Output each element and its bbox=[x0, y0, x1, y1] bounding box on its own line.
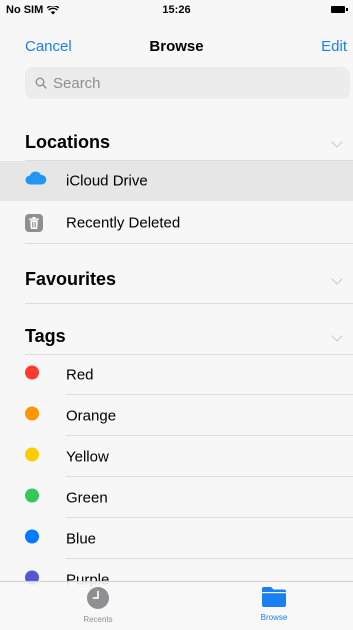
clock-icon bbox=[87, 587, 109, 609]
chevron-down-icon bbox=[331, 136, 343, 148]
tag-dot-icon bbox=[25, 447, 39, 462]
list-item-icloud-drive[interactable]: iCloud Drive bbox=[0, 161, 353, 201]
favourites-section-header[interactable]: Favourites bbox=[25, 265, 345, 293]
trash-icon bbox=[25, 214, 43, 232]
row-divider bbox=[66, 517, 353, 518]
locations-section-header[interactable]: Locations bbox=[25, 128, 345, 156]
favourites-title: Favourites bbox=[25, 268, 117, 289]
tag-item-yellow[interactable]: Yellow bbox=[0, 437, 353, 477]
tag-dot-icon bbox=[25, 406, 39, 421]
folder-icon bbox=[262, 587, 286, 607]
tag-item-orange[interactable]: Orange bbox=[0, 396, 353, 436]
nav-bar: Cancel Browse Edit bbox=[0, 24, 353, 68]
tags-section-header[interactable]: Tags bbox=[25, 322, 345, 350]
edit-button[interactable]: Edit bbox=[321, 38, 347, 55]
page-title: Browse bbox=[149, 38, 204, 55]
section-divider bbox=[25, 303, 353, 304]
tag-label: Yellow bbox=[66, 448, 109, 466]
tag-label: Green bbox=[66, 489, 108, 507]
search-input[interactable]: Search bbox=[25, 67, 350, 99]
tag-item-blue[interactable]: Blue bbox=[0, 519, 353, 559]
tab-recents[interactable]: Recents bbox=[53, 586, 143, 624]
row-divider bbox=[66, 435, 353, 436]
search-placeholder: Search bbox=[53, 74, 101, 92]
tab-browse[interactable]: Browse bbox=[229, 586, 319, 622]
tag-item-red[interactable]: Red bbox=[0, 355, 353, 395]
row-divider bbox=[66, 558, 353, 559]
row-divider bbox=[66, 394, 353, 395]
tags-title: Tags bbox=[25, 325, 66, 346]
section-divider bbox=[25, 243, 353, 244]
battery-icon bbox=[331, 6, 348, 13]
status-time: 15:26 bbox=[162, 4, 191, 16]
status-bar: No SIM 15:26 bbox=[0, 0, 353, 20]
list-item-label: iCloud Drive bbox=[66, 172, 148, 190]
tag-dot-icon bbox=[25, 488, 39, 503]
chevron-down-icon bbox=[331, 273, 343, 285]
tag-label: Orange bbox=[66, 407, 117, 425]
tag-label: Blue bbox=[66, 530, 97, 548]
tag-label: Red bbox=[66, 366, 94, 384]
locations-title: Locations bbox=[25, 131, 111, 152]
list-item-recently-deleted[interactable]: Recently Deleted bbox=[0, 203, 353, 243]
chevron-down-icon bbox=[331, 330, 343, 342]
tab-label: Browse bbox=[260, 613, 288, 622]
tag-dot-icon bbox=[25, 529, 39, 544]
search-icon bbox=[35, 77, 47, 89]
tab-bar: Recents Browse bbox=[0, 581, 353, 630]
cloud-icon bbox=[25, 171, 47, 191]
tab-label: Recents bbox=[83, 615, 113, 624]
row-divider bbox=[66, 476, 353, 477]
tag-dot-icon bbox=[25, 365, 39, 380]
tag-item-green[interactable]: Green bbox=[0, 478, 353, 518]
list-item-label: Recently Deleted bbox=[66, 214, 181, 232]
